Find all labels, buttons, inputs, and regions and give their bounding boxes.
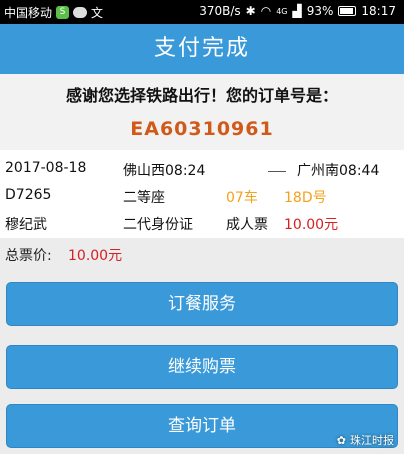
ticket-type: 成人票 [226, 217, 268, 233]
total-value: 10.00元 [68, 248, 123, 264]
wifi-icon: ◠ [260, 4, 272, 18]
order-meal-button[interactable]: 订餐服务 [6, 282, 398, 326]
total-price-row: 总票价: 10.00元 [0, 238, 404, 270]
app-badge-icon: S [56, 6, 70, 19]
net-speed: 370B/s [199, 4, 241, 18]
arrival-station: 广州南08:44 [297, 163, 380, 179]
order-number: EA60310961 [130, 118, 274, 140]
seat-number: 18D号 [284, 190, 327, 206]
signal-icon: ▟ [292, 4, 302, 18]
network-type: 4G [276, 6, 288, 16]
battery-icon [338, 6, 357, 16]
total-label: 总票价: [5, 248, 52, 264]
ticket-details: 2017-08-18 佛山西08:24 广州南08:44 D7265 二等座 0… [0, 150, 404, 238]
wechat-logo-icon: ✿ [336, 433, 346, 447]
page-title: 支付完成 [0, 24, 404, 74]
continue-purchase-button[interactable]: 继续购票 [6, 345, 398, 389]
watermark: ✿ 珠江时报 [337, 432, 394, 448]
train-number: D7265 [5, 187, 52, 203]
seat-class: 二等座 [123, 190, 165, 206]
departure-station: 佛山西08:24 [123, 163, 206, 179]
clock: 18:17 [361, 4, 396, 18]
chat-bubble-icon [73, 7, 88, 18]
thanks-message: 感谢您选择铁路出行！您的订单号是： [65, 86, 338, 105]
status-bar: 中国移动 S 文 370B/s ✱ ◠ 4G ▟ 93% 18:17 [0, 0, 404, 24]
battery-percent: 93% [306, 4, 334, 18]
ticket-price: 10.00元 [284, 217, 339, 233]
car-number: 07车 [226, 190, 258, 206]
notification-glyph: 文 [91, 6, 104, 20]
bluetooth-icon: ✱ [245, 4, 256, 18]
id-type: 二代身份证 [123, 217, 193, 233]
passenger-name: 穆纪武 [5, 217, 47, 233]
carrier-name: 中国移动 [4, 6, 53, 20]
watermark-text: 珠江时报 [350, 434, 394, 447]
route-arrow-icon [268, 171, 286, 172]
thanks-panel: 感谢您选择铁路出行！您的订单号是： EA60310961 [0, 74, 404, 150]
travel-date: 2017-08-18 [5, 160, 87, 176]
